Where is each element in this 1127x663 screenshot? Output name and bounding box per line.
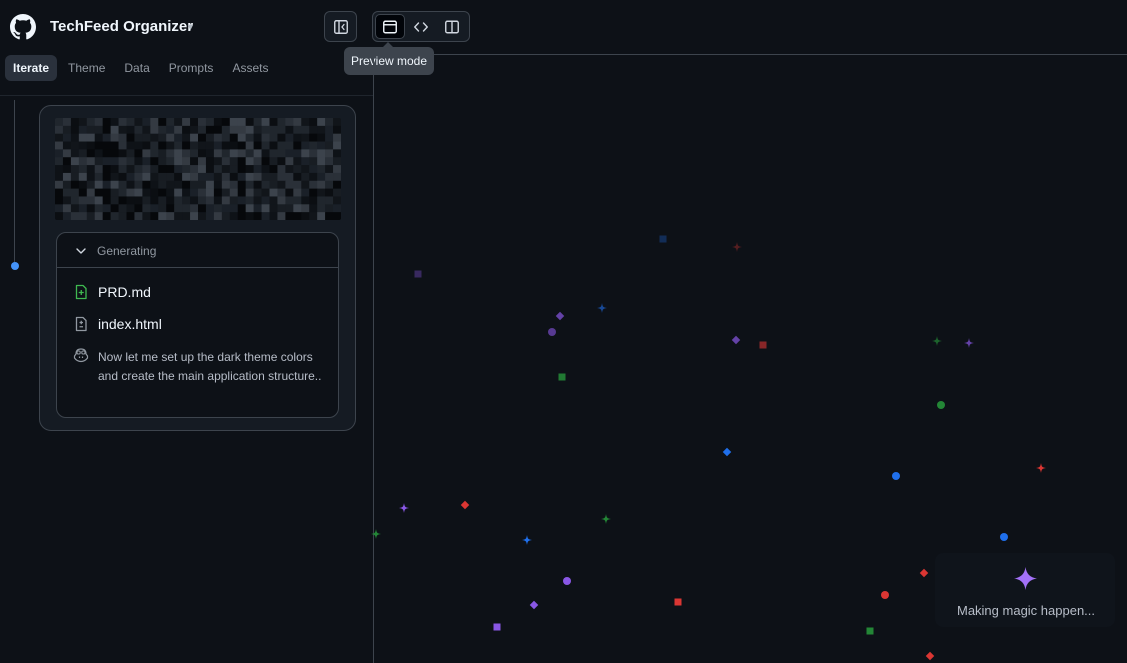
confetti-particle [558, 373, 566, 381]
confetti-particle [460, 500, 470, 510]
confetti-particle [919, 568, 929, 578]
confetti-particle [925, 651, 935, 661]
confetti-particle [529, 600, 539, 610]
sparkle-icon [1014, 567, 1037, 590]
app-root: TechFeed Organizer ▼ Preview mode Iterat… [0, 0, 1127, 663]
confetti-particle [881, 591, 889, 599]
confetti-particle [1036, 463, 1046, 473]
confetti-particle [601, 514, 611, 524]
confetti-particle [759, 341, 767, 349]
confetti-particle [674, 598, 682, 606]
confetti-particle [722, 447, 732, 457]
confetti-particle [866, 627, 874, 635]
confetti-particle [522, 535, 532, 545]
confetti-particle [659, 235, 667, 243]
confetti-particle [932, 336, 942, 346]
confetti-particle [493, 623, 501, 631]
confetti-particle [731, 335, 741, 345]
confetti-particle [732, 242, 742, 252]
confetti-particle [399, 503, 409, 513]
loading-text: Making magic happen... [956, 603, 1096, 618]
confetti-particle [563, 577, 571, 585]
confetti-particle [597, 303, 607, 313]
confetti-particle [892, 472, 900, 480]
confetti-particle [555, 311, 565, 321]
confetti-particle [371, 529, 381, 539]
confetti-particle [548, 328, 556, 336]
confetti-particle [414, 270, 422, 278]
confetti-particle [964, 338, 974, 348]
confetti-particle [937, 401, 945, 409]
loading-indicator: Making magic happen... [935, 553, 1115, 627]
confetti-particle [1000, 533, 1008, 541]
